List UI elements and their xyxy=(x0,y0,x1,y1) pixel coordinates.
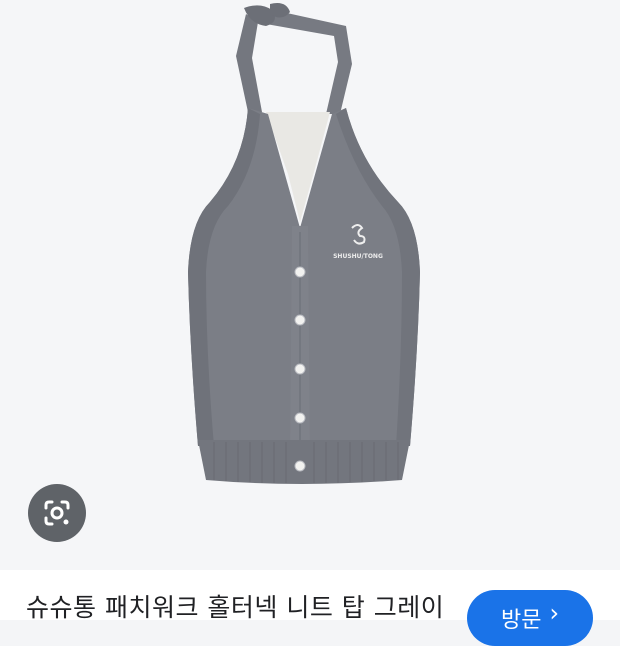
visit-button-label: 방문 xyxy=(500,608,542,633)
google-lens-icon xyxy=(44,500,70,526)
product-image: SHUSHU/TONG xyxy=(188,3,420,484)
product-image-area[interactable]: SHUSHU/TONG xyxy=(0,0,620,570)
product-title[interactable]: 슈슈통 패치워크 홀터넥 니트 탑 그레이 xyxy=(26,588,444,624)
google-lens-button[interactable] xyxy=(28,484,86,542)
chevron-right-icon: › xyxy=(549,599,560,627)
visit-button[interactable]: 방문 › xyxy=(467,590,593,646)
brand-mark-text: SHUSHU/TONG xyxy=(333,253,383,260)
